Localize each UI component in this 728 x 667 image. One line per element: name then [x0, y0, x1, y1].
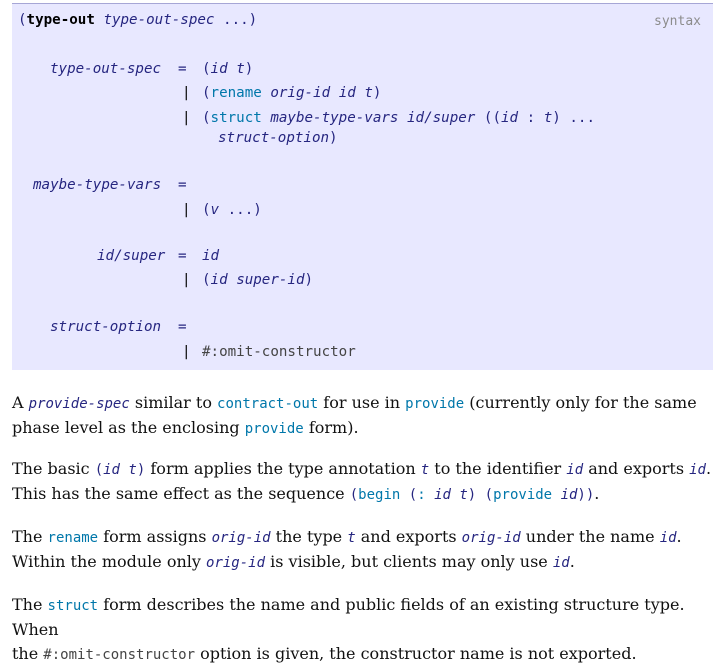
grammar-alt: (struct maybe-type-vars id/super ((id : …	[202, 110, 595, 126]
grammar-row-maybe-type-vars: maybe-type-vars	[33, 177, 162, 193]
grammar-bar: |	[182, 202, 191, 218]
syntax-label: syntax	[654, 14, 701, 29]
grammar-alt: (id t)	[202, 61, 254, 77]
link-provide[interactable]: provide	[245, 421, 304, 437]
syntax-definition-box: (type-out type-out-spec ...) syntax type…	[12, 3, 713, 370]
grammar-row-struct-option: struct-option	[50, 319, 162, 335]
grammar-eq: =	[178, 319, 187, 335]
grammar-row-type-out-spec: type-out-spec	[50, 61, 162, 77]
link-rename[interactable]: rename	[48, 530, 99, 546]
grammar-alt: (id super-id)	[202, 272, 314, 288]
grammar-alt: (v ...)	[202, 202, 262, 218]
grammar-alt-keyword: #:omit-constructor	[202, 344, 356, 360]
link-struct[interactable]: struct	[48, 598, 99, 614]
link-provide[interactable]: provide	[493, 487, 552, 503]
paragraph-basic-form: The basic (id t) form applies the type a…	[12, 459, 712, 503]
link-colon[interactable]: :	[417, 487, 425, 503]
grammar-row-id-super: id/super	[97, 248, 166, 264]
link-begin[interactable]: begin	[358, 487, 400, 503]
grammar-alt: id	[202, 248, 220, 264]
grammar-alt: (rename orig-id id t)	[202, 85, 382, 101]
form-name: type-out	[26, 12, 95, 28]
form-header: (type-out type-out-spec ...)	[18, 12, 258, 28]
grammar-alt-continuation: struct-option)	[218, 130, 338, 146]
grammar-bar: |	[182, 85, 191, 101]
link-provide[interactable]: provide	[405, 396, 464, 412]
link-contract-out[interactable]: contract-out	[217, 396, 318, 412]
grammar-bar: |	[182, 344, 191, 360]
grammar-bar: |	[182, 272, 191, 288]
grammar-eq: =	[178, 177, 187, 193]
grammar-eq: =	[178, 248, 187, 264]
paragraph-provide-spec: A provide-spec similar to contract-out f…	[12, 393, 697, 437]
paragraph-struct-form: The struct form describes the name and p…	[12, 595, 685, 663]
grammar-eq: =	[178, 61, 187, 77]
paragraph-rename-form: The rename form assigns orig-id the type…	[12, 527, 682, 571]
grammar-bar: |	[182, 110, 191, 126]
